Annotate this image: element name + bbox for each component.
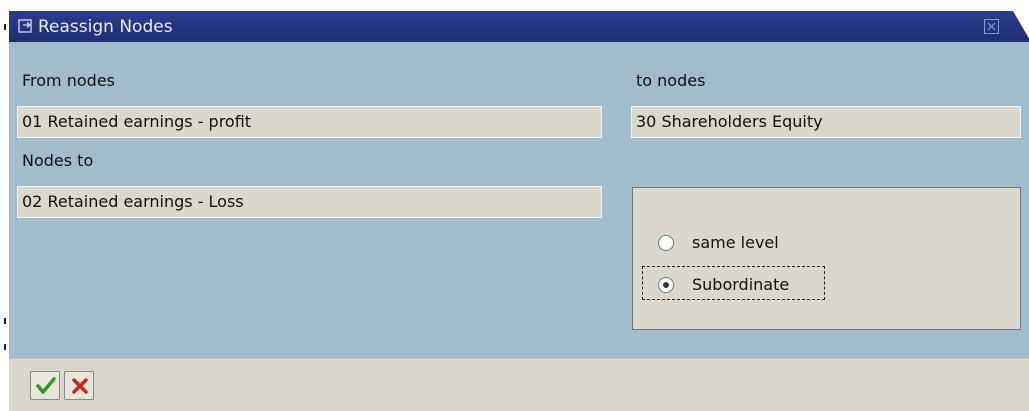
to-nodes-label: to nodes bbox=[636, 71, 706, 90]
from-nodes-label: From nodes bbox=[22, 71, 115, 90]
reassign-nodes-dialog: Reassign Nodes From nodes to nodes 01 Re… bbox=[9, 11, 1029, 411]
nodes-to-label: Nodes to bbox=[22, 151, 94, 170]
checkmark-icon bbox=[36, 377, 56, 394]
close-icon[interactable] bbox=[984, 19, 999, 34]
radio-label: Subordinate bbox=[692, 275, 790, 294]
title-bar[interactable]: Reassign Nodes bbox=[9, 11, 1029, 42]
edge-mark bbox=[4, 344, 6, 350]
cancel-button[interactable] bbox=[64, 371, 94, 400]
dialog-title: Reassign Nodes bbox=[38, 17, 173, 37]
cancel-x-icon bbox=[72, 378, 88, 394]
button-bar bbox=[9, 358, 1029, 411]
from-nodes-field[interactable]: 01 Retained earnings - profit bbox=[17, 106, 602, 138]
radio-button[interactable] bbox=[658, 235, 674, 251]
placement-radio-group: same level Subordinate bbox=[632, 187, 1021, 330]
confirm-button[interactable] bbox=[30, 371, 60, 400]
window-icon bbox=[18, 19, 32, 33]
radio-button-selected[interactable] bbox=[658, 277, 674, 293]
edge-mark bbox=[4, 24, 6, 30]
nodes-to-field[interactable]: 02 Retained earnings - Loss bbox=[17, 186, 602, 218]
radio-label: same level bbox=[692, 233, 779, 252]
title-bar-edge bbox=[1013, 11, 1029, 42]
to-nodes-field[interactable]: 30 Shareholders Equity bbox=[631, 106, 1021, 138]
edge-mark bbox=[4, 318, 6, 324]
